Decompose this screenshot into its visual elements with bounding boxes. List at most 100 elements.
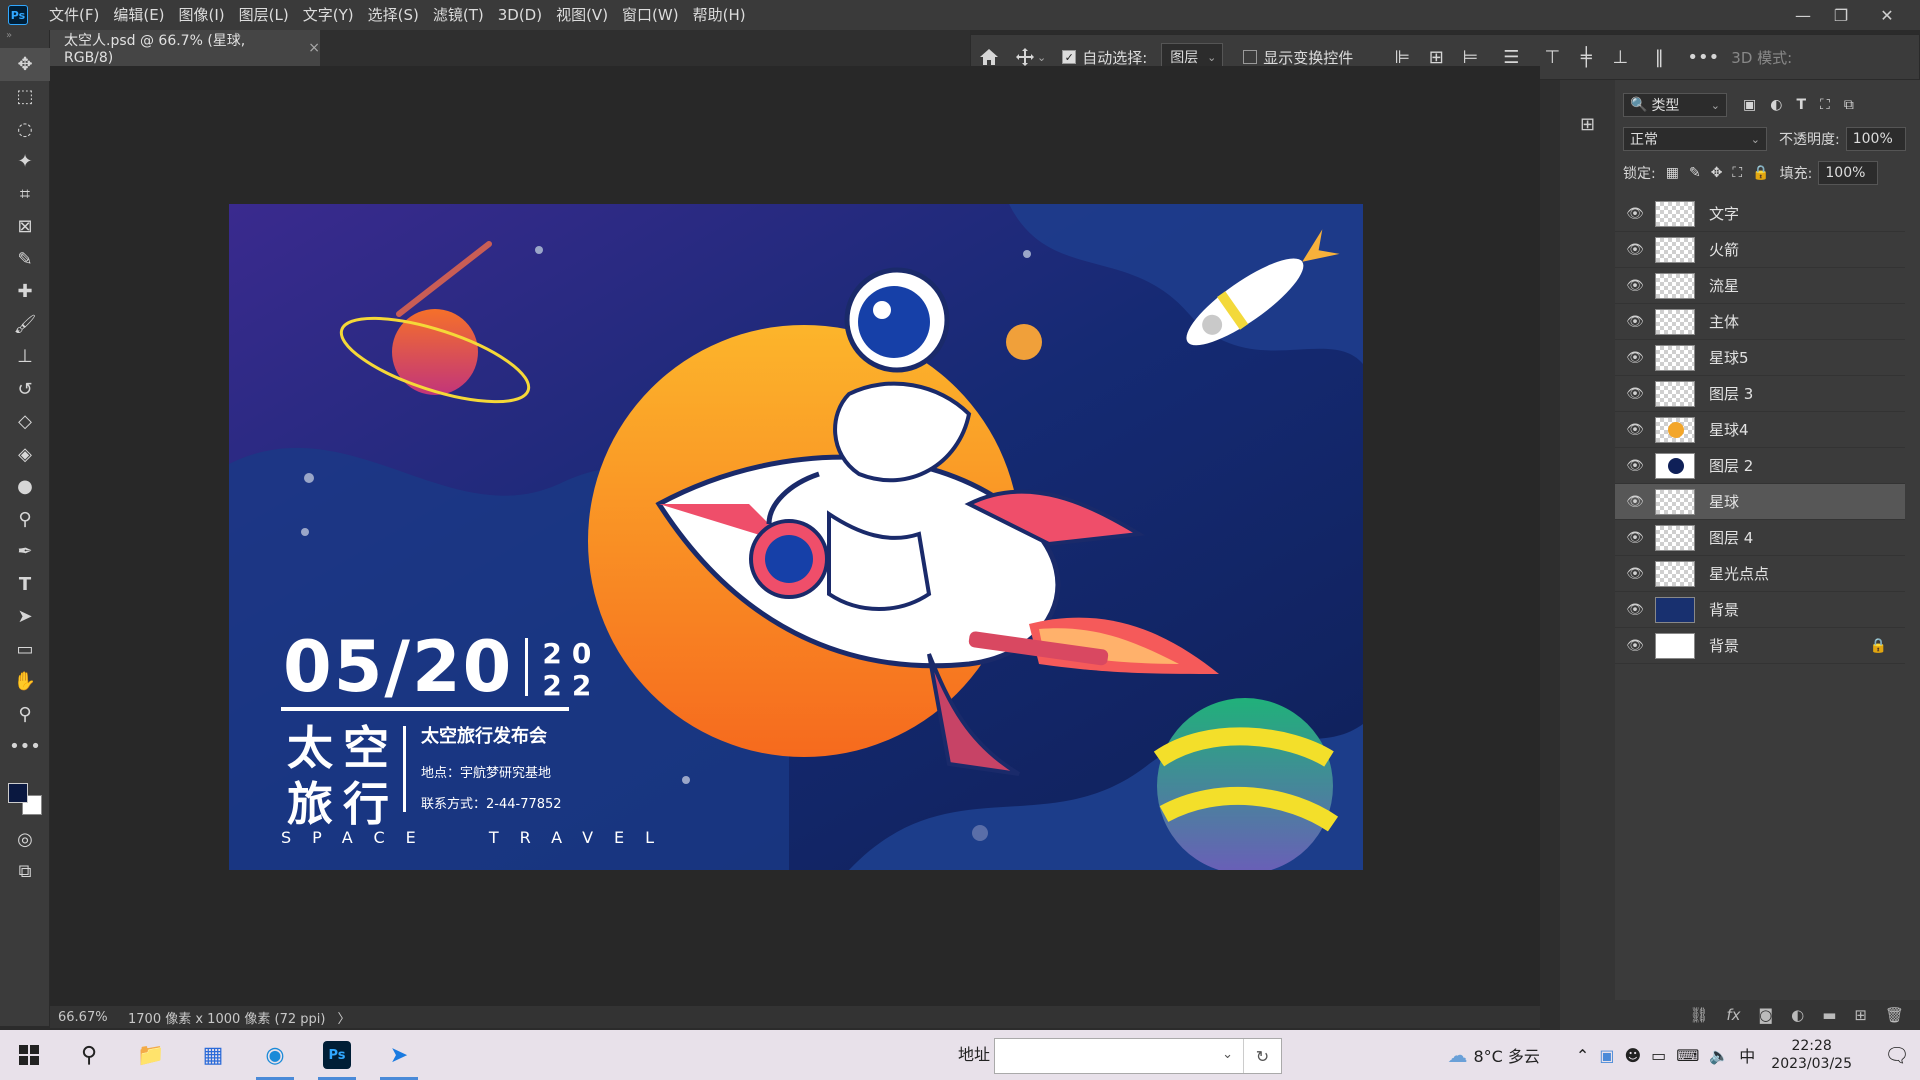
- refresh-icon[interactable]: ↻: [1243, 1039, 1281, 1073]
- eraser-tool-icon[interactable]: ◇: [0, 406, 50, 439]
- chevron-down-icon[interactable]: ⌄: [1037, 51, 1046, 64]
- lock-position-icon[interactable]: ✥: [1711, 165, 1723, 181]
- more-options-icon[interactable]: •••: [1683, 34, 1723, 80]
- edge-browser-icon[interactable]: ◉: [244, 1030, 306, 1080]
- network-icon[interactable]: ⌨: [1676, 1046, 1699, 1065]
- weather-text[interactable]: 8°C 多云: [1473, 1043, 1539, 1067]
- delete-layer-icon[interactable]: 🗑: [1885, 1006, 1904, 1024]
- layer-row[interactable]: 👁 图层 2: [1615, 448, 1905, 484]
- zoom-tool-icon[interactable]: ⚲: [0, 698, 50, 731]
- layer-row[interactable]: 👁 文字: [1615, 196, 1905, 232]
- artboard[interactable]: 05/20 20 22 太空 旅行 太空旅行发布会 地点：宇航梦研究基地 联系方…: [229, 204, 1363, 870]
- distribute-vertical-icon[interactable]: ‖: [1639, 34, 1679, 80]
- vertical-scrollbar[interactable]: [1540, 80, 1560, 1030]
- screen-mode-icon[interactable]: ⧉: [0, 856, 50, 889]
- eye-visibility-icon[interactable]: 👁: [1615, 314, 1655, 330]
- lock-transparent-icon[interactable]: ▦: [1666, 165, 1679, 181]
- crop-tool-icon[interactable]: ⌗: [0, 178, 50, 211]
- show-transform-checkbox[interactable]: [1243, 50, 1258, 64]
- dodge-tool-icon[interactable]: ⚲: [0, 503, 50, 536]
- marquee-tool-icon[interactable]: ⬚: [0, 81, 50, 114]
- notification-icon[interactable]: 🗨: [1874, 1043, 1920, 1067]
- menu-item[interactable]: 编辑(E): [106, 0, 171, 30]
- lasso-tool-icon[interactable]: ◌: [0, 113, 50, 146]
- document-tab[interactable]: 太空人.psd @ 66.7% (星球, RGB/8) ×: [50, 30, 320, 66]
- align-middle-icon[interactable]: ╪: [1571, 34, 1601, 80]
- store-icon[interactable]: ▦: [182, 1030, 244, 1080]
- file-explorer-icon[interactable]: 📁: [120, 1030, 182, 1080]
- eye-visibility-icon[interactable]: 👁: [1615, 422, 1655, 438]
- feishu-app-icon[interactable]: ➤: [368, 1030, 430, 1080]
- tray-app-icon[interactable]: ▣: [1599, 1046, 1614, 1065]
- menu-item[interactable]: 视图(V): [549, 0, 615, 30]
- menu-item[interactable]: 图层(L): [232, 0, 296, 30]
- lock-all-icon[interactable]: 🔒: [1752, 165, 1769, 181]
- layer-row[interactable]: 👁 星球: [1615, 484, 1905, 520]
- frame-tool-icon[interactable]: ⊠: [0, 211, 50, 244]
- battery-icon[interactable]: ▭: [1651, 1046, 1666, 1065]
- collapse-icon[interactable]: »: [0, 30, 49, 48]
- layer-row[interactable]: 👁 图层 3: [1615, 376, 1905, 412]
- chevron-down-icon[interactable]: ⌄: [1222, 1047, 1233, 1062]
- layer-mask-icon[interactable]: ◙: [1759, 1006, 1774, 1024]
- opacity-input[interactable]: 100%: [1845, 127, 1906, 151]
- photoshop-taskbar-icon[interactable]: Ps: [306, 1030, 368, 1080]
- address-input[interactable]: ⌄ ↻: [994, 1038, 1282, 1074]
- restore-button[interactable]: ❐: [1822, 0, 1860, 30]
- lock-pixels-icon[interactable]: ✎: [1689, 165, 1701, 181]
- eye-visibility-icon[interactable]: 👁: [1615, 638, 1655, 654]
- blend-mode-dropdown[interactable]: 正常 ⌄: [1623, 127, 1767, 151]
- layer-row[interactable]: 👁 星球5: [1615, 340, 1905, 376]
- clock[interactable]: 22:28 2023/03/25: [1771, 1037, 1852, 1073]
- move-tool-icon[interactable]: ✥: [0, 48, 50, 81]
- menu-item[interactable]: 选择(S): [361, 0, 426, 30]
- eye-visibility-icon[interactable]: 👁: [1615, 602, 1655, 618]
- filter-adjustment-icon[interactable]: ◐: [1770, 97, 1782, 113]
- fill-input[interactable]: 100%: [1818, 161, 1879, 185]
- align-top-icon[interactable]: ⊤: [1537, 34, 1567, 80]
- filter-shape-icon[interactable]: ⛶: [1820, 97, 1830, 113]
- qq-icon[interactable]: ☻: [1624, 1046, 1641, 1065]
- menu-item[interactable]: 图像(I): [172, 0, 232, 30]
- magic-wand-tool-icon[interactable]: ✦: [0, 146, 50, 179]
- eye-visibility-icon[interactable]: 👁: [1615, 458, 1655, 474]
- menu-item[interactable]: 3D(D): [491, 0, 549, 30]
- auto-select-checkbox[interactable]: ✓: [1062, 50, 1077, 64]
- hand-tool-icon[interactable]: ✋: [0, 666, 50, 699]
- healing-brush-tool-icon[interactable]: ✚: [0, 276, 50, 309]
- type-tool-icon[interactable]: T: [0, 568, 50, 601]
- layer-effects-icon[interactable]: fx: [1726, 1006, 1740, 1024]
- layer-row[interactable]: 👁 火箭: [1615, 232, 1905, 268]
- new-layer-icon[interactable]: ⊞: [1854, 1006, 1867, 1024]
- chevron-up-icon[interactable]: ⌃: [1576, 1046, 1589, 1065]
- layer-row[interactable]: 👁 背景 🔒: [1615, 628, 1905, 664]
- new-group-icon[interactable]: ▬: [1822, 1006, 1836, 1024]
- eyedropper-tool-icon[interactable]: ✎: [0, 243, 50, 276]
- layer-row[interactable]: 👁 星球4: [1615, 412, 1905, 448]
- lock-artboard-icon[interactable]: ⛶: [1732, 165, 1742, 181]
- start-windows-icon[interactable]: [0, 1030, 58, 1080]
- ime-indicator[interactable]: 中: [1739, 1043, 1755, 1067]
- eye-visibility-icon[interactable]: 👁: [1615, 206, 1655, 222]
- minimize-button[interactable]: —: [1784, 0, 1822, 30]
- layer-row[interactable]: 👁 流星: [1615, 268, 1905, 304]
- brush-tool-icon[interactable]: 🖌: [0, 308, 50, 341]
- adjustment-layer-icon[interactable]: ◐: [1791, 1006, 1804, 1024]
- filter-type-icon[interactable]: T: [1796, 97, 1806, 113]
- quick-mask-icon[interactable]: ◎: [0, 823, 50, 856]
- close-window-button[interactable]: ✕: [1868, 0, 1906, 30]
- layer-filter-dropdown[interactable]: 🔍 类型 ⌄: [1623, 93, 1727, 117]
- eye-visibility-icon[interactable]: 👁: [1615, 566, 1655, 582]
- menu-item[interactable]: 滤镜(T): [426, 0, 491, 30]
- canvas-area[interactable]: 05/20 20 22 太空 旅行 太空旅行发布会 地点：宇航梦研究基地 联系方…: [50, 66, 1540, 1010]
- menu-item[interactable]: 窗口(W): [615, 0, 686, 30]
- eye-visibility-icon[interactable]: 👁: [1615, 494, 1655, 510]
- foreground-color-swatch[interactable]: [8, 783, 28, 803]
- history-brush-tool-icon[interactable]: ↺: [0, 373, 50, 406]
- layer-row[interactable]: 👁 星光点点: [1615, 556, 1905, 592]
- eye-visibility-icon[interactable]: 👁: [1615, 530, 1655, 546]
- search-icon[interactable]: ⚲: [58, 1030, 120, 1080]
- align-bottom-icon[interactable]: ⊥: [1605, 34, 1635, 80]
- path-selection-tool-icon[interactable]: ➤: [0, 601, 50, 634]
- menu-item[interactable]: 帮助(H): [686, 0, 753, 30]
